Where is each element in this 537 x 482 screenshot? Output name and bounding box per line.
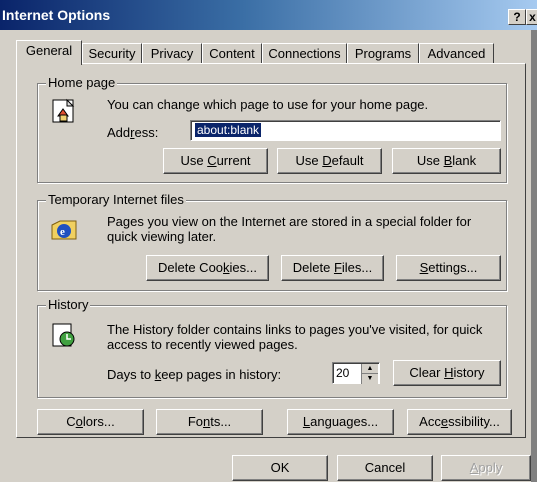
- temp-files-icon: e: [51, 220, 77, 240]
- tab-privacy[interactable]: Privacy: [142, 43, 202, 64]
- address-label: Address:: [107, 125, 159, 140]
- window-edge: [531, 30, 537, 482]
- tab-security[interactable]: Security: [82, 43, 142, 64]
- help-button[interactable]: ?: [508, 9, 526, 25]
- temp-files-description-2: quick viewing later.: [107, 229, 217, 244]
- fonts-button[interactable]: Fonts...: [156, 409, 263, 435]
- spin-down-icon[interactable]: ▼: [362, 374, 378, 384]
- days-value: 20: [336, 366, 350, 380]
- days-spinner[interactable]: 20 ▲ ▼: [332, 362, 380, 384]
- ok-button[interactable]: OK: [232, 455, 328, 481]
- delete-cookies-button[interactable]: Delete Cookies...: [146, 255, 269, 281]
- clear-history-button[interactable]: Clear History: [393, 360, 501, 386]
- home-page-icon: [52, 98, 75, 123]
- general-panel: Home page You can change which page to u…: [16, 63, 526, 438]
- languages-button[interactable]: Languages...: [287, 409, 394, 435]
- temp-files-group: Temporary Internet files e Pages you vie…: [37, 192, 507, 291]
- svg-text:e: e: [60, 226, 65, 238]
- address-value: about:blank: [195, 123, 262, 137]
- use-blank-button[interactable]: Use Blank: [392, 148, 501, 174]
- cancel-button[interactable]: Cancel: [337, 455, 433, 481]
- history-icon: [52, 323, 75, 347]
- history-description-2: access to recently viewed pages.: [107, 337, 298, 352]
- home-page-group: Home page You can change which page to u…: [37, 75, 507, 183]
- history-group: History The History folder contains link…: [37, 297, 507, 398]
- tab-programs[interactable]: Programs: [347, 43, 419, 64]
- tab-general[interactable]: General: [16, 40, 82, 65]
- window-title: Internet Options: [2, 7, 111, 23]
- days-spin-control[interactable]: ▲ ▼: [361, 364, 378, 384]
- spin-up-icon[interactable]: ▲: [362, 364, 378, 374]
- tab-connections[interactable]: Connections: [262, 43, 347, 64]
- tab-advanced[interactable]: Advanced: [419, 43, 494, 64]
- use-current-button[interactable]: Use Current: [163, 148, 268, 174]
- colors-button[interactable]: Colors...: [37, 409, 144, 435]
- delete-files-button[interactable]: Delete Files...: [281, 255, 384, 281]
- apply-button[interactable]: Apply: [441, 455, 531, 481]
- address-input[interactable]: about:blank: [190, 120, 501, 141]
- use-default-button[interactable]: Use Default: [277, 148, 382, 174]
- tab-content[interactable]: Content: [202, 43, 262, 64]
- history-legend: History: [46, 297, 91, 312]
- history-description-1: The History folder contains links to pag…: [107, 322, 483, 337]
- days-label: Days to keep pages in history:: [107, 367, 282, 382]
- home-page-description: You can change which page to use for you…: [107, 97, 429, 112]
- temp-files-legend: Temporary Internet files: [46, 192, 186, 207]
- close-button[interactable]: x: [526, 9, 537, 25]
- accessibility-button[interactable]: Accessibility...: [407, 409, 512, 435]
- title-bar: Internet Options ? x: [0, 0, 537, 30]
- home-page-legend: Home page: [46, 75, 118, 90]
- temp-files-description-1: Pages you view on the Internet are store…: [107, 214, 472, 229]
- settings-button[interactable]: Settings...: [396, 255, 501, 281]
